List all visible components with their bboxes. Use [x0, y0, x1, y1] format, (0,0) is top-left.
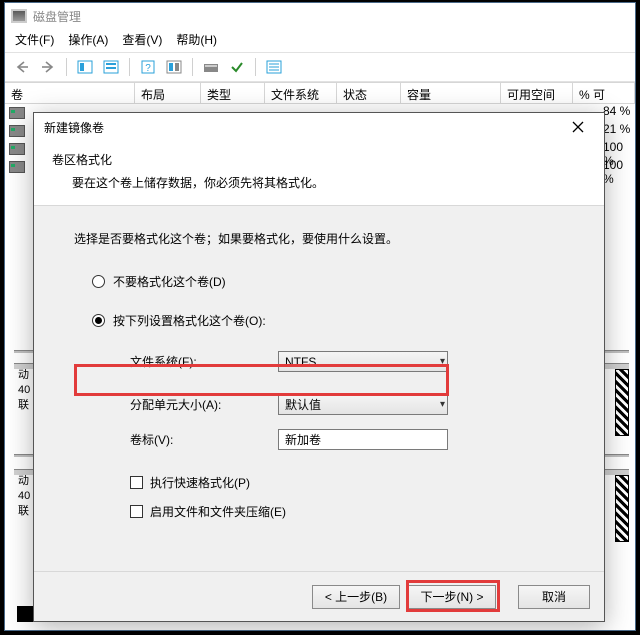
app-icon: [11, 9, 27, 23]
volume-icon: [9, 143, 25, 155]
dialog-title: 新建镜像卷: [44, 119, 104, 136]
quick-format-label: 执行快速格式化(P): [150, 474, 250, 491]
filesystem-combo[interactable]: NTFS ▾: [278, 351, 448, 372]
back-button[interactable]: < 上一步(B): [312, 585, 400, 609]
allocation-row: 分配单元大小(A): 默认值 ▾: [130, 394, 564, 415]
menu-action[interactable]: 操作(A): [68, 31, 108, 48]
cancel-button[interactable]: 取消: [518, 585, 590, 609]
dialog-header-sub: 要在这个卷上储存数据，你必须先将其格式化。: [52, 174, 586, 191]
cell-pct: 21 %: [603, 122, 633, 136]
toolbar: ?: [5, 52, 635, 82]
volume-label-row: 卷标(V): 新加卷: [130, 429, 564, 450]
cell-pct: 100 %: [603, 158, 633, 186]
radio-no-format-label: 不要格式化这个卷(D): [113, 273, 226, 290]
compress-checkbox[interactable]: 启用文件和文件夹压缩(E): [130, 503, 564, 520]
volume-label-label: 卷标(V):: [130, 431, 278, 448]
col-type[interactable]: 类型: [201, 83, 265, 104]
checkbox-icon: [130, 505, 143, 518]
volume-icon: [9, 125, 25, 137]
filesystem-label: 文件系统(F):: [130, 353, 278, 370]
col-volume[interactable]: 卷: [5, 83, 135, 104]
chevron-down-icon: ▾: [440, 356, 445, 367]
titlebar: 磁盘管理: [5, 3, 635, 29]
view1-icon[interactable]: [74, 57, 96, 77]
view3-icon[interactable]: [163, 57, 185, 77]
partition-stripe-icon: [615, 369, 629, 436]
col-status[interactable]: 状态: [337, 83, 401, 104]
chevron-down-icon: ▾: [440, 399, 445, 410]
radio-no-format[interactable]: 不要格式化这个卷(D): [92, 273, 564, 290]
filesystem-row: 文件系统(F): NTFS ▾: [130, 351, 564, 372]
menu-file[interactable]: 文件(F): [15, 31, 54, 48]
volume-icon: [9, 161, 25, 173]
forward-button[interactable]: [37, 57, 59, 77]
dialog-instruction: 选择是否要格式化这个卷；如果要格式化，要使用什么设置。: [74, 230, 564, 247]
radio-format[interactable]: 按下列设置格式化这个卷(O):: [92, 312, 564, 329]
next-button[interactable]: 下一步(N) >: [408, 585, 496, 609]
volume-icon: [9, 107, 25, 119]
volume-label-value: 新加卷: [285, 431, 321, 448]
dialog-body: 选择是否要格式化这个卷；如果要格式化，要使用什么设置。 不要格式化这个卷(D) …: [34, 206, 604, 542]
view2-icon[interactable]: [100, 57, 122, 77]
volume-label-input[interactable]: 新加卷: [278, 429, 448, 450]
dialog-titlebar: 新建镜像卷: [34, 113, 604, 141]
cell-pct: 84 %: [603, 104, 633, 118]
action3-icon[interactable]: [263, 57, 285, 77]
volume-list-header: 卷 布局 类型 文件系统 状态 容量 可用空间 % 可: [5, 82, 635, 104]
compress-label: 启用文件和文件夹压缩(E): [150, 503, 286, 520]
col-free[interactable]: 可用空间: [501, 83, 573, 104]
allocation-label: 分配单元大小(A):: [130, 396, 278, 413]
radio-format-label: 按下列设置格式化这个卷(O):: [113, 312, 266, 329]
menu-view[interactable]: 查看(V): [122, 31, 162, 48]
action2-icon[interactable]: [226, 57, 248, 77]
col-pctfree[interactable]: % 可: [573, 83, 635, 104]
dialog-footer: < 上一步(B) 下一步(N) > 取消: [34, 571, 604, 621]
radio-icon: [92, 275, 105, 288]
svg-text:?: ?: [145, 63, 151, 74]
window-title: 磁盘管理: [33, 8, 81, 25]
menu-help[interactable]: 帮助(H): [176, 31, 217, 48]
dialog-header: 卷区格式化 要在这个卷上储存数据，你必须先将其格式化。: [34, 141, 604, 206]
menubar: 文件(F) 操作(A) 查看(V) 帮助(H): [5, 29, 635, 52]
quick-format-checkbox[interactable]: 执行快速格式化(P): [130, 474, 564, 491]
partition-stripe-icon: [615, 475, 629, 542]
allocation-combo[interactable]: 默认值 ▾: [278, 394, 448, 415]
wizard-dialog: 新建镜像卷 卷区格式化 要在这个卷上储存数据，你必须先将其格式化。 选择是否要格…: [33, 112, 605, 622]
radio-icon: [92, 314, 105, 327]
back-button[interactable]: [11, 57, 33, 77]
col-capacity[interactable]: 容量: [401, 83, 501, 104]
filesystem-value: NTFS: [285, 355, 316, 369]
allocation-value: 默认值: [285, 396, 321, 413]
legend-swatch: [17, 606, 33, 622]
dialog-header-title: 卷区格式化: [52, 151, 586, 168]
action1-icon[interactable]: [200, 57, 222, 77]
col-fs[interactable]: 文件系统: [265, 83, 337, 104]
close-button[interactable]: [560, 116, 596, 138]
close-icon: [572, 121, 584, 133]
help-icon[interactable]: ?: [137, 57, 159, 77]
col-layout[interactable]: 布局: [135, 83, 201, 104]
checkbox-icon: [130, 476, 143, 489]
